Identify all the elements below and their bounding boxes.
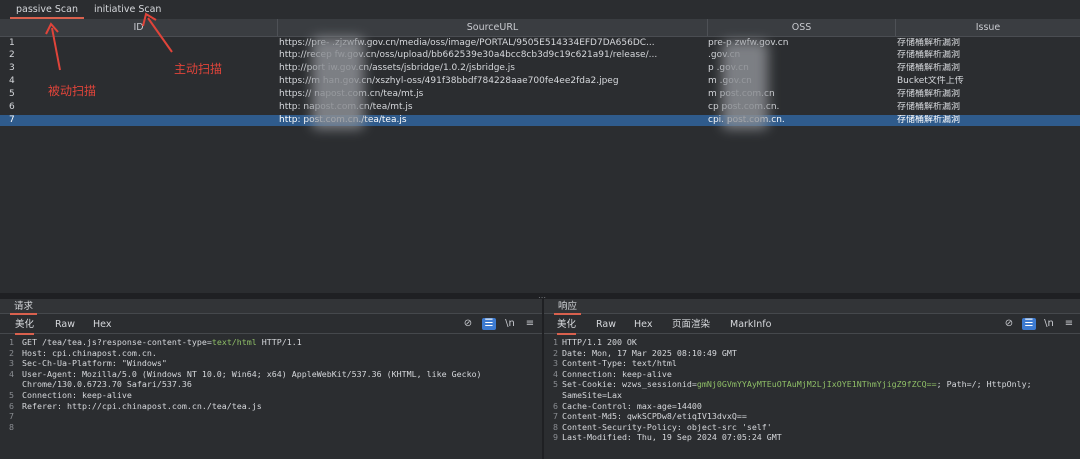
response-line: HTTP/1.1 200 OK	[562, 337, 637, 347]
request-title[interactable]: 请求	[10, 301, 38, 315]
request-line: GET /tea/tea.js?response-content-type=te…	[22, 337, 302, 347]
response-line: Content-Type: text/html	[562, 358, 677, 369]
response-line: Date: Mon, 17 Mar 2025 08:10:49 GMT	[562, 347, 737, 358]
line-number: 2	[9, 347, 14, 358]
annotation-initiative-scan: 主动扫描	[174, 62, 223, 76]
line-number: 4	[9, 368, 14, 379]
line-number: 1	[553, 337, 558, 347]
response-line: Connection: keep-alive	[562, 368, 672, 379]
line-number: 7	[9, 411, 14, 422]
line-number: 2	[553, 347, 558, 358]
response-line: Content-Security-Policy: object-src 'sel…	[562, 421, 772, 432]
menu-icon[interactable]: ≡	[523, 318, 537, 330]
response-line: Cache-Control: max-age=14400	[562, 400, 702, 411]
response-pane-header: 响应	[544, 299, 1080, 315]
line-number: 6	[553, 400, 558, 411]
request-view-tabs: 美化 Raw Hex ⊘ ☰ \n ≡	[0, 315, 542, 335]
tab-pretty[interactable]: 美化	[557, 319, 577, 335]
tab-raw[interactable]: Raw	[55, 319, 75, 333]
response-line: Set-Cookie: wzws_sessionid=gmNj0GVmYYAyM…	[562, 379, 1032, 390]
newline-icon[interactable]: \n	[503, 318, 517, 330]
request-pane-header: 请求	[0, 299, 542, 315]
request-line: Referer: http://cpi.chinapost.com.cn./te…	[22, 400, 262, 411]
line-number: 8	[553, 421, 558, 432]
tab-hex[interactable]: Hex	[93, 319, 111, 333]
response-line: Content-Md5: qwkSCPDw8/etiqIV13dvxQ==	[562, 411, 747, 422]
tab-hex[interactable]: Hex	[634, 319, 652, 333]
format-icon[interactable]: ☰	[1022, 318, 1036, 330]
annotation-arrows	[45, 12, 173, 71]
hide-icon[interactable]: ⊘	[461, 318, 475, 330]
annotation-passive-scan: 被动扫描	[48, 84, 97, 98]
newline-icon[interactable]: \n	[1042, 318, 1056, 330]
tab-pretty[interactable]: 美化	[15, 319, 35, 335]
request-pane: 请求 美化 Raw Hex ⊘ ☰ \n ≡ 1 GET /tea/tea.js…	[0, 299, 542, 459]
menu-icon[interactable]: ≡	[1062, 318, 1076, 330]
line-number: 7	[553, 411, 558, 422]
tab-markinfo[interactable]: MarkInfo	[730, 319, 771, 333]
response-view-tabs: 美化 Raw Hex 页面渲染 MarkInfo ⊘ ☰ \n ≡	[544, 315, 1080, 335]
line-number: 5	[9, 390, 14, 400]
request-line: Chrome/130.0.6723.70 Safari/537.36	[22, 379, 192, 390]
line-number: 4	[553, 368, 558, 379]
tab-render[interactable]: 页面渲染	[672, 319, 710, 333]
line-number: 3	[553, 358, 558, 369]
request-line: User-Agent: Mozilla/5.0 (Windows NT 10.0…	[22, 368, 482, 379]
request-line: Sec-Ch-Ua-Platform: "Windows"	[22, 358, 167, 369]
line-number: 9	[553, 432, 558, 443]
response-line: SameSite=Lax	[562, 390, 622, 400]
response-pane: 响应 美化 Raw Hex 页面渲染 MarkInfo ⊘ ☰ \n ≡ 1 H…	[544, 299, 1080, 459]
response-line: Last-Modified: Thu, 19 Sep 2024 07:05:24…	[562, 432, 782, 443]
line-number: 8	[9, 421, 14, 432]
line-number: 1	[9, 337, 14, 347]
line-number: 5	[553, 379, 558, 390]
hide-icon[interactable]: ⊘	[1002, 318, 1016, 330]
format-icon[interactable]: ☰	[482, 318, 496, 330]
request-line: Host: cpi.chinapost.com.cn.	[22, 347, 157, 358]
response-title[interactable]: 响应	[554, 301, 582, 315]
line-number: 6	[9, 400, 14, 411]
request-line: Connection: keep-alive	[22, 390, 132, 400]
line-number: 3	[9, 358, 14, 369]
tab-raw[interactable]: Raw	[596, 319, 616, 333]
